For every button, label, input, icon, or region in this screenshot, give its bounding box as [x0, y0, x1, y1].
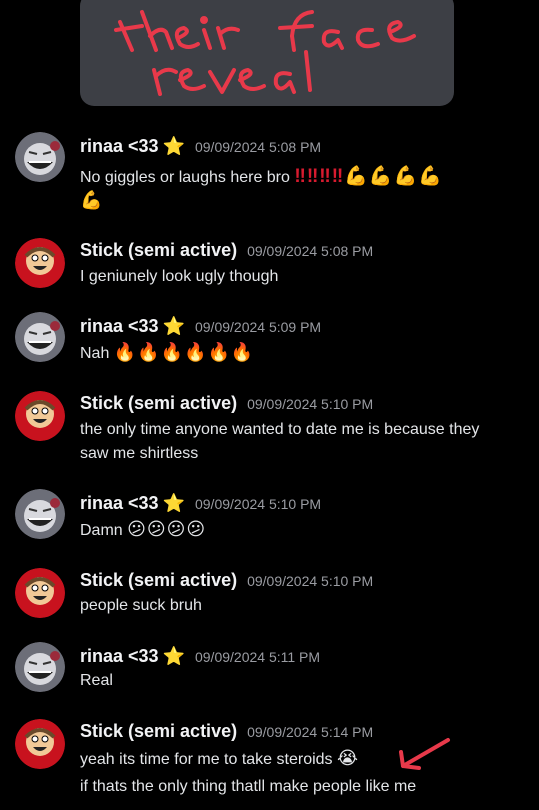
username[interactable]: Stick (semi active): [80, 240, 237, 260]
star-badge-icon: ⭐: [162, 493, 185, 513]
timestamp: 09/09/2024 5:10 PM: [247, 396, 374, 412]
fire-emoji-group: 🔥🔥🔥🔥🔥🔥: [113, 342, 255, 362]
handwritten-caption: [114, 10, 416, 96]
rinaa-avatar[interactable]: [15, 132, 65, 182]
star-badge-icon: ⭐: [162, 646, 185, 666]
username[interactable]: rinaa <33: [80, 493, 159, 513]
crying-face-emoji: 😭: [337, 748, 360, 768]
timestamp: 09/09/2024 5:10 PM: [194, 496, 322, 512]
emoji-group: ‼‼‼‼💪💪💪💪: [294, 166, 443, 187]
star-badge-icon: ⭐: [162, 316, 185, 336]
message-text: the only time anyone wanted to date me i…: [80, 421, 480, 438]
message-text: No giggles or laughs here bro ‼‼‼‼💪💪💪💪: [80, 166, 443, 187]
rinaa-avatar[interactable]: [15, 489, 65, 539]
timestamp: 09/09/2024 5:14 PM: [247, 724, 374, 740]
stick-avatar[interactable]: [15, 568, 65, 618]
username[interactable]: rinaa <33: [80, 646, 159, 666]
stick-avatar[interactable]: [15, 719, 65, 769]
star-badge-icon: ⭐: [162, 136, 185, 156]
red-arrow-icon: [399, 738, 450, 770]
rinaa-avatar[interactable]: [15, 312, 65, 362]
username[interactable]: Stick (semi active): [80, 721, 237, 741]
attached-image[interactable]: [80, 0, 454, 106]
message-text: Nah 🔥🔥🔥🔥🔥🔥: [80, 342, 255, 362]
message-text: I geniunely look ugly though: [80, 268, 279, 285]
username[interactable]: Stick (semi active): [80, 570, 237, 590]
rinaa-avatar[interactable]: [15, 642, 65, 692]
stick-avatar[interactable]: [15, 391, 65, 441]
flexed-biceps-emoji: 💪: [80, 190, 104, 210]
message-text: people suck bruh: [80, 597, 202, 614]
timestamp: 09/09/2024 5:11 PM: [194, 649, 321, 665]
message-text: yeah its time for me to take steroids 😭: [80, 748, 360, 768]
message-text: Damn 😕😕😕😕: [80, 519, 207, 539]
message-text: if thats the only thing thatll make peop…: [80, 778, 417, 795]
message-text: saw me shirtless: [80, 445, 199, 462]
confused-face-emoji-group: 😕😕😕😕: [127, 519, 207, 539]
timestamp: 09/09/2024 5:09 PM: [194, 319, 322, 335]
stick-avatar[interactable]: [15, 238, 65, 288]
message-text: 💪: [80, 190, 103, 211]
username[interactable]: Stick (semi active): [80, 393, 237, 413]
username[interactable]: rinaa <33: [80, 316, 159, 336]
timestamp: 09/09/2024 5:10 PM: [247, 573, 374, 589]
message-text: Real: [80, 672, 113, 689]
username[interactable]: rinaa <33: [80, 136, 159, 156]
timestamp: 09/09/2024 5:08 PM: [247, 243, 374, 259]
timestamp: 09/09/2024 5:08 PM: [194, 139, 322, 155]
